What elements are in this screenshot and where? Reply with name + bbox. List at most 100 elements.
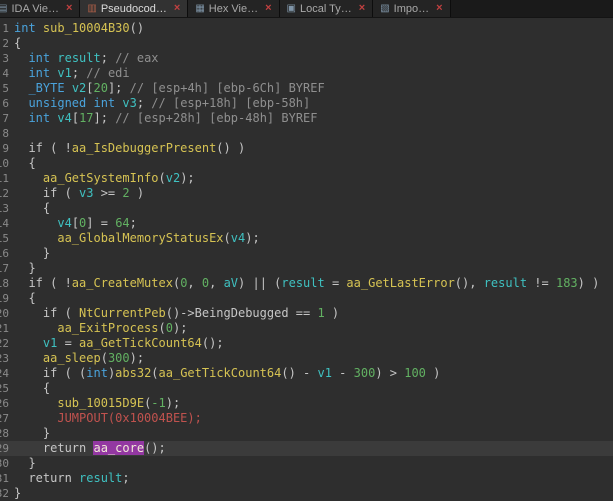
code-token: result xyxy=(57,51,101,65)
code-line[interactable]: 5 _BYTE v2[20]; // [esp+4h] [ebp-6Ch] BY… xyxy=(0,81,613,96)
code-token: v1 xyxy=(57,66,72,80)
code-text: { xyxy=(14,156,35,171)
code-text: int v4[17]; // [esp+28h] [ebp-48h] BYREF xyxy=(14,111,317,126)
code-token: int xyxy=(28,111,51,125)
code-token: - xyxy=(331,366,354,380)
code-token: v3 xyxy=(79,186,94,200)
code-token: ()->BeingDebugged == xyxy=(165,306,318,320)
code-token: ) xyxy=(129,186,145,200)
highlighted-identifier: aa_core xyxy=(93,441,145,455)
code-token: aa_GetTickCount64 xyxy=(79,336,202,350)
code-line[interactable]: 18 if ( !aa_CreateMutex(0, 0, aV) || (re… xyxy=(0,276,613,291)
tab-hex-view[interactable]: ▦ Hex Vie… × xyxy=(188,0,280,17)
code-line[interactable]: 31 return result; xyxy=(0,471,613,486)
code-line[interactable]: 19 { xyxy=(0,291,613,306)
tab-close-icon[interactable]: × xyxy=(66,3,72,14)
code-line[interactable]: 7 int v4[17]; // [esp+28h] [ebp-48h] BYR… xyxy=(0,111,613,126)
code-token: aa_ExitProcess xyxy=(57,321,159,335)
code-line[interactable]: 16 } xyxy=(0,246,613,261)
code-line[interactable]: 29 return aa_core(); xyxy=(0,441,613,456)
tab-imports[interactable]: ▧ Impo… × xyxy=(373,0,451,17)
line-number: 30 xyxy=(0,457,9,470)
line-number: 11 xyxy=(0,172,9,185)
code-line[interactable]: 27 JUMPOUT(0x10004BEE); xyxy=(0,411,613,426)
code-token: != xyxy=(527,276,556,290)
code-line[interactable]: 11 aa_GetSystemInfo(v2); xyxy=(0,171,613,186)
code-line[interactable]: 21 aa_ExitProcess(0); xyxy=(0,321,613,336)
code-text: aa_sleep(300); xyxy=(14,351,144,366)
code-line[interactable]: 13 { xyxy=(0,201,613,216)
tab-pseudocode[interactable]: ▥ Pseudocod… × xyxy=(80,0,189,17)
code-text: } xyxy=(14,456,36,471)
tab-label: IDA Vie… xyxy=(11,2,59,15)
code-line[interactable]: 30 } xyxy=(0,456,613,471)
code-line[interactable]: 3 int result; // eax xyxy=(0,51,613,66)
code-line[interactable]: 23 aa_sleep(300); xyxy=(0,351,613,366)
code-token: { xyxy=(14,291,36,305)
code-token: ); xyxy=(245,231,260,245)
code-text: { xyxy=(14,291,36,306)
line-number: 13 xyxy=(0,202,9,215)
code-token: v2 xyxy=(165,171,181,185)
code-line[interactable]: 26 sub_10015D9E(-1); xyxy=(0,396,613,411)
code-line[interactable]: 4 int v1; // edi xyxy=(0,66,613,81)
code-line[interactable]: 12 if ( v3 >= 2 ) xyxy=(0,186,613,201)
hex-view-icon: ▦ xyxy=(195,2,205,14)
code-token: ; xyxy=(136,96,152,110)
code-line[interactable]: 6 unsigned int v3; // [esp+18h] [ebp-58h… xyxy=(0,96,613,111)
code-token: [ xyxy=(86,81,94,95)
code-line[interactable]: 25 { xyxy=(0,381,613,396)
code-line[interactable]: 9 if ( !aa_IsDebuggerPresent() ) xyxy=(0,141,613,156)
tab-ida-view[interactable]: ▤ IDA Vie… × xyxy=(0,0,81,17)
line-number: 8 xyxy=(2,127,9,140)
code-token: ]; xyxy=(93,111,116,125)
code-text: sub_10015D9E(-1); xyxy=(14,396,180,411)
code-text: unsigned int v3; // [esp+18h] [ebp-58h] xyxy=(14,96,310,111)
code-line[interactable]: 2{ xyxy=(0,36,613,51)
code-token: sub_10004B30 xyxy=(42,21,130,35)
code-line[interactable]: 14 v4[0] = 64; xyxy=(0,216,613,231)
code-line[interactable]: 32} xyxy=(0,486,613,501)
code-token: aa_CreateMutex xyxy=(71,276,173,290)
tab-close-icon[interactable]: × xyxy=(359,3,365,14)
code-line[interactable]: 28 } xyxy=(0,426,613,441)
code-line[interactable]: 15 aa_GlobalMemoryStatusEx(v4); xyxy=(0,231,613,246)
tab-label: Impo… xyxy=(393,2,430,15)
code-token: ) ) xyxy=(577,276,600,290)
code-token: 64 xyxy=(115,216,130,230)
code-token: 0 xyxy=(165,321,173,335)
code-token: 20 xyxy=(93,81,108,95)
code-line[interactable]: 22 v1 = aa_GetTickCount64(); xyxy=(0,336,613,351)
code-token: , xyxy=(209,276,224,290)
code-token: aa_GetSystemInfo xyxy=(42,171,159,185)
tab-close-icon[interactable]: × xyxy=(436,3,442,14)
code-line[interactable]: 1 int sub_10004B30() xyxy=(0,21,613,36)
code-token: 1 xyxy=(317,306,325,320)
code-token: } xyxy=(14,261,36,275)
tab-label: Hex Vie… xyxy=(208,2,259,15)
code-text: } xyxy=(14,261,36,276)
code-text: int v1; // edi xyxy=(14,66,129,81)
code-token: 100 xyxy=(404,366,426,380)
code-token: } xyxy=(14,456,36,470)
code-token: result xyxy=(483,276,528,290)
ida-view-icon: ▤ xyxy=(0,3,7,14)
code-token: ( xyxy=(158,171,166,185)
code-line[interactable]: 20 if ( NtCurrentPeb()->BeingDebugged ==… xyxy=(0,306,613,321)
code-line[interactable]: 17 } xyxy=(0,261,613,276)
code-token: ); xyxy=(165,396,181,410)
tab-close-icon[interactable]: × xyxy=(174,3,180,14)
code-line[interactable]: 8 xyxy=(0,126,613,141)
code-token: // [esp+4h] [ebp-6Ch] BYREF xyxy=(129,81,325,95)
code-line[interactable]: 10 { xyxy=(0,156,613,171)
tab-close-icon[interactable]: × xyxy=(265,3,271,14)
code-text: int sub_10004B30() xyxy=(14,21,144,36)
code-line[interactable]: 24 if ( (int) abs32(aa_GetTickCount64() -… xyxy=(0,366,613,381)
code-token: ( xyxy=(151,366,159,380)
tab-local-types[interactable]: ▣ Local Ty… × xyxy=(279,0,374,17)
